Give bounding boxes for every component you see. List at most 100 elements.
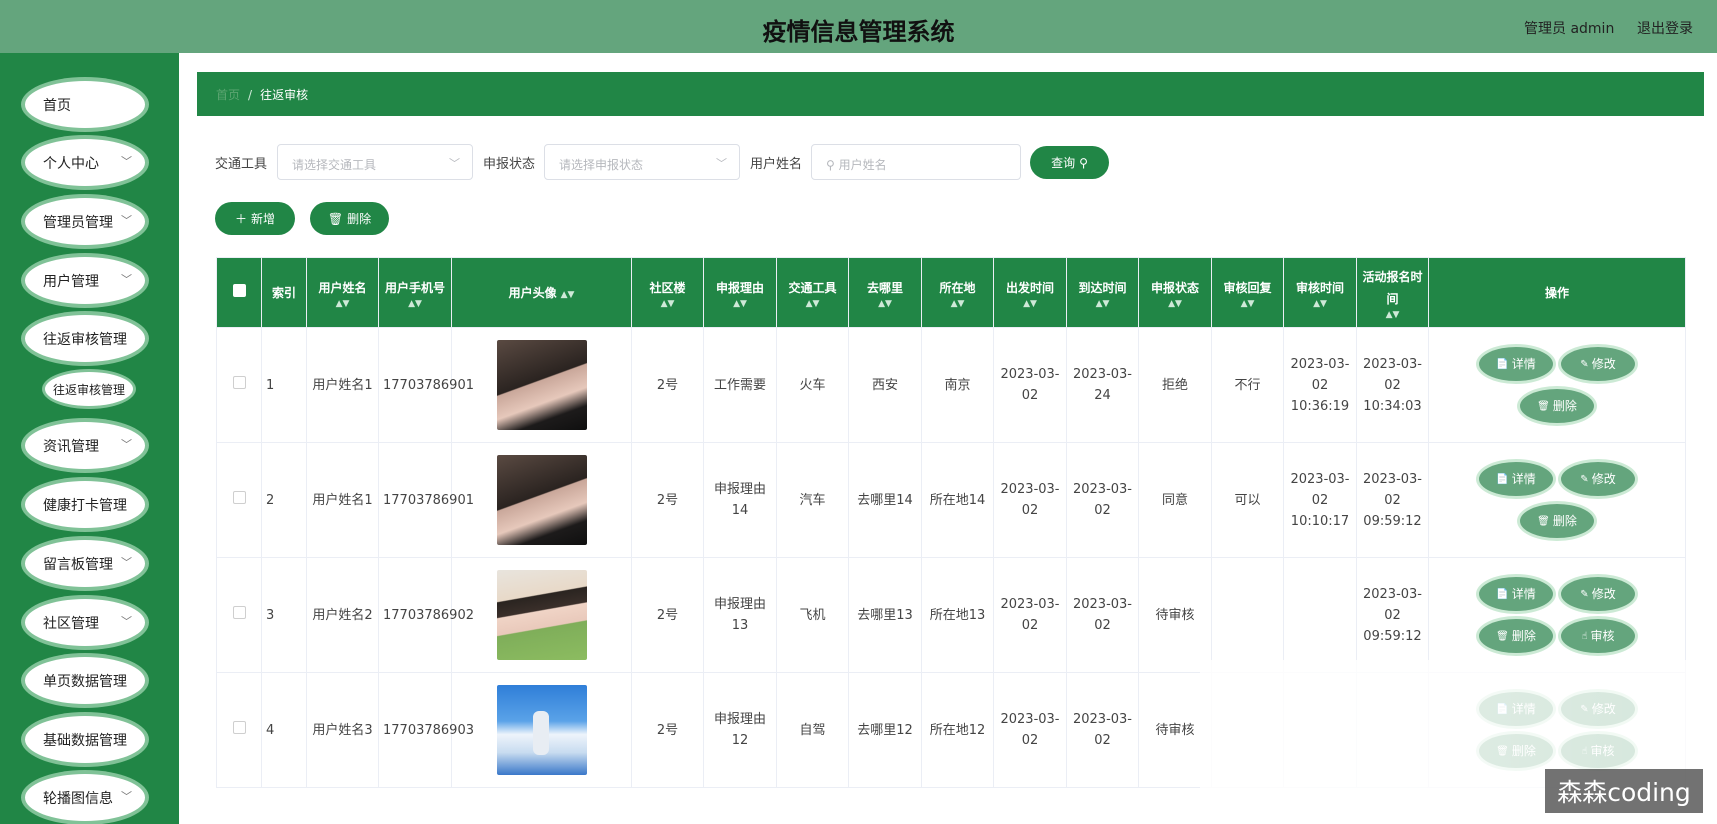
user-avatar[interactable] (496, 455, 587, 545)
cell-reason: 工作需要 (703, 327, 777, 443)
column-header[interactable]: 审核时间 ▲▼ (1283, 257, 1357, 328)
sidebar-item[interactable]: 健康打卡管理 (25, 481, 145, 528)
column-header[interactable]: 到达时间 ▲▼ (1066, 257, 1139, 328)
sort-icon[interactable]: ▲▼ (379, 299, 451, 309)
detail-button[interactable]: 📄详情 (1479, 462, 1553, 496)
sort-icon[interactable]: ▲▼ (1067, 299, 1138, 309)
column-header[interactable]: 申报理由 ▲▼ (703, 257, 777, 328)
sort-icon[interactable]: ▲▼ (922, 299, 993, 309)
column-header[interactable]: 社区楼 ▲▼ (631, 257, 704, 328)
cell-depart: 2023-03-02 (993, 327, 1067, 443)
row-checkbox[interactable] (232, 720, 246, 734)
edit-button[interactable]: ✎修改 (1561, 347, 1635, 381)
cell-phone: 17703786901 (378, 327, 474, 443)
sidebar-item[interactable]: 资讯管理 ﹀ (25, 422, 145, 469)
sidebar-item[interactable]: 单页数据管理 (25, 657, 145, 704)
column-header[interactable]: 用户头像 ▲▼ (451, 257, 632, 328)
sidebar-item[interactable]: 个人中心 ﹀ (25, 139, 145, 186)
user-avatar[interactable] (496, 340, 587, 430)
operations-cell: 📄 详情 ✎ 修改 🗑 删除 (1428, 442, 1686, 558)
column-header[interactable]: 用户手机号 ▲▼ (378, 257, 452, 328)
sort-icon[interactable]: ▲▼ (1284, 299, 1356, 309)
sort-icon[interactable]: ▲▼ (307, 299, 378, 309)
delete-button[interactable]: 🗑删除 (1520, 389, 1594, 423)
sort-icon[interactable]: ▲▼ (632, 299, 703, 309)
add-button[interactable]: ＋ 新增 (215, 202, 295, 235)
column-header[interactable]: 交通工具 ▲▼ (776, 257, 849, 328)
delete-label: 删除 (1552, 513, 1577, 528)
sort-icon[interactable]: ▲▼ (1139, 299, 1211, 309)
row-checkbox[interactable] (232, 375, 246, 389)
sidebar-item[interactable]: 首页 (25, 81, 145, 128)
delete-button[interactable]: 🗑删除 (1520, 504, 1594, 538)
detail-icon: 📄 (1496, 588, 1509, 600)
detail-button[interactable]: 📄详情 (1479, 577, 1553, 611)
sidebar-item[interactable]: 基础数据管理 (25, 716, 145, 763)
delete-button[interactable]: 🗑删除 (1479, 619, 1553, 653)
batch-delete-button[interactable]: 🗑 删除 (310, 202, 389, 235)
user-avatar[interactable] (496, 570, 587, 660)
detail-label: 详情 (1511, 471, 1536, 486)
cell-name: 用户姓名3 (306, 672, 379, 788)
cell-location: 所在地13 (921, 557, 994, 673)
cell-status: 拒绝 (1138, 327, 1212, 443)
breadcrumb-home[interactable]: 首页 (216, 88, 240, 102)
column-header[interactable]: 申报状态 ▲▼ (1138, 257, 1212, 328)
sidebar-item[interactable]: 社区管理 ﹀ (25, 599, 145, 646)
cell-audit_time-value: 2023-03-02 10:36:19 (1290, 356, 1350, 414)
cell-phone-value: 17703786901 (383, 377, 474, 393)
detail-button[interactable]: 📄详情 (1479, 347, 1553, 381)
sidebar-item[interactable]: 往返审核管理 (25, 315, 145, 362)
cell-status-value: 同意 (1161, 492, 1188, 508)
sort-icon[interactable]: ▲▼ (1357, 310, 1428, 320)
audit-button[interactable]: ☝审核 (1561, 619, 1635, 653)
transport-select[interactable]: 请选择交通工具 ﹀ (277, 144, 473, 180)
sidebar-item[interactable]: 留言板管理 ﹀ (25, 540, 145, 587)
edit-button[interactable]: ✎修改 (1561, 462, 1635, 496)
cell-status-value: 待审核 (1155, 607, 1195, 623)
table-row: 3 用户姓名2 17703786902 2号 申报理由13 飞机 去哪里13 所在地13 202… (216, 557, 1686, 673)
user-avatar[interactable] (496, 685, 587, 775)
sort-icon[interactable]: ▲▼ (777, 299, 848, 309)
column-header[interactable]: 活动报名时间 ▲▼ (1356, 257, 1429, 328)
select-all-checkbox[interactable] (232, 283, 246, 297)
sort-icon[interactable]: ▲▼ (994, 299, 1066, 309)
column-header-label: 操作 (1544, 285, 1569, 300)
row-checkbox[interactable] (232, 490, 246, 504)
row-checkbox[interactable] (232, 605, 246, 619)
cell-index-value: 3 (266, 607, 275, 623)
sidebar-item[interactable]: 用户管理 ﹀ (25, 257, 145, 304)
delete-label: 删除 (347, 212, 372, 226)
sort-icon[interactable]: ▲▼ (1212, 299, 1283, 309)
sort-icon[interactable]: ▲▼ (561, 290, 575, 300)
name-input[interactable]: ⚲ 用户姓名 (811, 144, 1021, 180)
query-button[interactable]: 查询 ⚲ (1030, 146, 1109, 179)
watermark: 森森coding (1545, 769, 1703, 813)
column-header[interactable]: 去哪里 ▲▼ (848, 257, 922, 328)
audit-icon: ☝ (1581, 630, 1588, 642)
cell-index: 1 (261, 327, 307, 443)
cell-depart-value: 2023-03-02 (1000, 482, 1060, 518)
edit-button[interactable]: ✎修改 (1561, 577, 1635, 611)
cell-phone-value: 17703786902 (383, 607, 474, 623)
cell-arrive-value: 2023-03-02 (1072, 482, 1132, 518)
sort-icon[interactable]: ▲▼ (849, 299, 921, 309)
column-header[interactable]: 用户姓名 ▲▼ (306, 257, 379, 328)
delete-icon: 🗑 (1496, 630, 1509, 642)
cell-reason-value: 工作需要 (713, 377, 766, 393)
column-header[interactable]: 出发时间 ▲▼ (993, 257, 1067, 328)
cell-index: 3 (261, 557, 307, 673)
column-header[interactable]: 审核回复 ▲▼ (1211, 257, 1284, 328)
cell-reason-value: 申报理由13 (713, 597, 766, 633)
sort-icon[interactable]: ▲▼ (704, 299, 776, 309)
sidebar-item[interactable]: 轮播图信息 ﹀ (25, 774, 145, 821)
avatar-cell (451, 672, 632, 788)
delete-icon: 🗑 (1537, 515, 1550, 527)
sidebar-subitem-active[interactable]: 往返审核管理 (45, 372, 133, 406)
sidebar-item[interactable]: 管理员管理 ﹀ (25, 198, 145, 245)
column-header[interactable]: 所在地 ▲▼ (921, 257, 994, 328)
cell-dest: 去哪里12 (848, 672, 922, 788)
status-select[interactable]: 请选择申报状态 ﹀ (544, 144, 740, 180)
column-header-label: 索引 (271, 285, 296, 300)
logout-link[interactable]: 退出登录 (1637, 18, 1693, 38)
